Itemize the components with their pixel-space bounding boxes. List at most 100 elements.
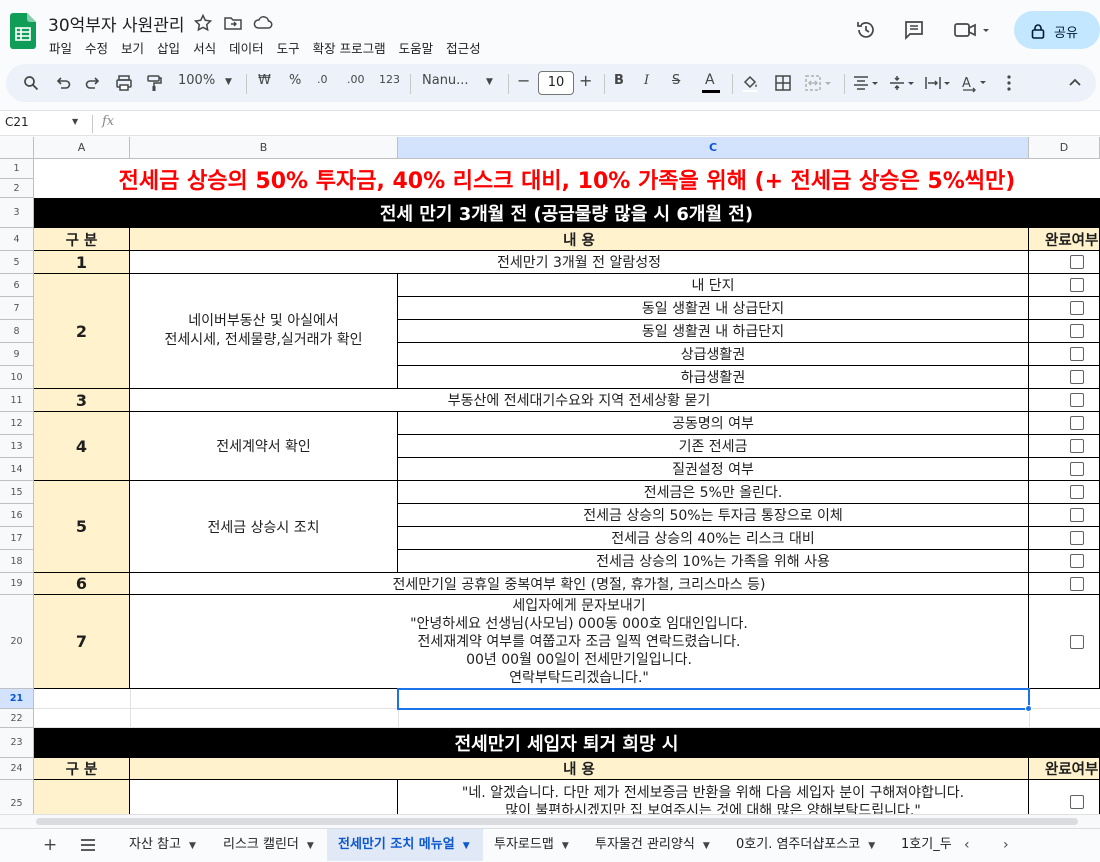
sheet-tab[interactable]: 0호기. 염주더샵포스코 ▼	[725, 829, 890, 861]
increase-decimal-button[interactable]: .00	[347, 73, 365, 86]
redo-icon[interactable]	[85, 75, 101, 91]
tab-dropdown-icon[interactable]: ▼	[189, 841, 196, 851]
zoom-select[interactable]: 100%	[178, 73, 215, 88]
item-label[interactable]: 전세계약서 확인	[130, 412, 398, 481]
row-header[interactable]: 5	[0, 251, 34, 274]
row-header[interactable]: 10	[0, 366, 34, 389]
done-checkbox[interactable]	[1070, 508, 1084, 522]
row-header[interactable]: 8	[0, 320, 34, 343]
sub-item[interactable]: 기존 전세금	[398, 435, 1029, 458]
row-header[interactable]: 24	[0, 758, 34, 780]
star-icon[interactable]	[193, 13, 213, 33]
select-all-corner[interactable]	[0, 137, 34, 159]
share-button[interactable]: 공유	[1014, 11, 1100, 49]
menu-help[interactable]: 도움말	[399, 41, 434, 56]
scrollbar-thumb[interactable]	[36, 818, 1078, 825]
fill-handle[interactable]	[1025, 705, 1032, 712]
menu-extensions[interactable]: 확장 프로그램	[313, 41, 386, 56]
row-header[interactable]: 11	[0, 389, 34, 412]
item-label[interactable]: 전세금 상승시 조치	[130, 481, 398, 573]
bold-button[interactable]: B	[614, 73, 624, 88]
header-content[interactable]: 내 용	[130, 758, 1029, 780]
item-number[interactable]: 1	[34, 251, 130, 274]
sub-item[interactable]: 전세금 상승의 50%는 투자금 통장으로 이체	[398, 504, 1029, 527]
item-label[interactable]: 네이버부동산 및 아실에서 전세시세, 전세물량,실거래가 확인	[130, 274, 398, 389]
increase-font-size-button[interactable]: +	[579, 71, 592, 90]
done-checkbox[interactable]	[1070, 301, 1084, 315]
row-header[interactable]: 20	[0, 595, 34, 689]
more-formats-button[interactable]: 123	[379, 73, 400, 86]
meet-video-icon[interactable]	[953, 19, 993, 41]
done-checkbox[interactable]	[1070, 393, 1084, 407]
header-content[interactable]: 내 용	[130, 228, 1029, 251]
row-header[interactable]: 13	[0, 435, 34, 458]
row-header[interactable]: 16	[0, 504, 34, 527]
font-family-select[interactable]: Nanu...	[422, 73, 469, 88]
sub-item[interactable]: 전세금 상승의 10%는 가족을 위해 사용	[398, 550, 1029, 573]
menu-file[interactable]: 파일	[49, 41, 72, 56]
item-number[interactable]: 4	[34, 412, 130, 481]
strikethrough-button[interactable]: S	[672, 73, 680, 88]
horizontal-align-icon[interactable]	[852, 74, 882, 92]
item-text[interactable]: 부동산에 전세대기수요와 지역 전세상황 묻기	[130, 389, 1029, 412]
sheet-tab[interactable]: 투자로드맵 ▼	[483, 829, 583, 861]
item-text[interactable]: 전세만기일 공휴일 중복여부 확인 (명절, 휴가철, 크리스마스 등)	[130, 573, 1029, 595]
sub-item[interactable]: 동일 생활권 내 상급단지	[398, 297, 1029, 320]
row-header[interactable]: 7	[0, 297, 34, 320]
section-title[interactable]: 전세만기 세입자 퇴거 희망 시	[34, 728, 1100, 758]
column-header-a[interactable]: A	[34, 137, 130, 159]
name-box[interactable]: C21	[5, 115, 29, 129]
item-number[interactable]: 6	[34, 573, 130, 595]
zoom-dropdown-icon[interactable]: ▼	[225, 77, 232, 87]
menu-tools[interactable]: 도구	[277, 41, 300, 56]
move-folder-icon[interactable]	[223, 13, 243, 33]
percent-format-button[interactable]: %	[289, 73, 301, 88]
search-menus-icon[interactable]	[23, 75, 39, 91]
vertical-align-icon[interactable]	[888, 74, 918, 92]
sub-item[interactable]: 질권설정 여부	[398, 458, 1029, 481]
section-title[interactable]: 전세 만기 3개월 전 (공급물량 많을 시 6개월 전)	[34, 198, 1100, 228]
sub-item[interactable]: 전세금 상승의 40%는 리스크 대비	[398, 527, 1029, 550]
formula-input[interactable]	[128, 112, 1088, 134]
horizontal-scrollbar[interactable]	[0, 814, 1100, 828]
column-header-b[interactable]: B	[130, 137, 398, 159]
tab-dropdown-icon[interactable]: ▼	[868, 841, 875, 851]
sheet-tab-active[interactable]: 전세만기 조치 메뉴얼 ▼	[327, 829, 483, 861]
text-wrapping-icon[interactable]	[924, 74, 954, 92]
empty-row[interactable]	[34, 709, 1100, 728]
menu-data[interactable]: 데이터	[229, 41, 264, 56]
sheet-tab[interactable]: 리스크 캘린더 ▼	[212, 829, 326, 861]
italic-button[interactable]: I	[644, 73, 649, 88]
done-checkbox[interactable]	[1070, 554, 1084, 568]
done-checkbox[interactable]	[1070, 577, 1084, 591]
currency-format-button[interactable]: ₩	[258, 73, 271, 88]
row-header[interactable]: 4	[0, 228, 34, 251]
undo-icon[interactable]	[55, 75, 71, 91]
done-checkbox[interactable]	[1070, 795, 1084, 809]
print-icon[interactable]	[115, 74, 133, 92]
selected-cell[interactable]	[397, 688, 1030, 710]
sub-item[interactable]: 내 단지	[398, 274, 1029, 297]
font-size-input[interactable]: 10	[538, 71, 574, 95]
text-color-button[interactable]: A	[700, 70, 722, 96]
collapse-toolbar-icon[interactable]	[1068, 76, 1082, 90]
tab-dropdown-icon[interactable]: ▼	[703, 841, 710, 851]
header-done[interactable]: 완료여부	[1029, 228, 1100, 251]
item-text[interactable]: 세입자에게 문자보내기 "안녕하세요 선생님(사모님) 000동 000호 임대…	[130, 595, 1029, 689]
sheet-tab[interactable]: 투자물건 관리양식 ▼	[584, 829, 724, 861]
version-history-icon[interactable]	[855, 19, 877, 41]
sheets-logo-icon[interactable]	[10, 13, 36, 49]
done-checkbox[interactable]	[1070, 485, 1084, 499]
row-header[interactable]: 12	[0, 412, 34, 435]
row-header[interactable]: 2	[0, 179, 34, 198]
decrease-decimal-button[interactable]: .0	[317, 73, 328, 86]
row-header[interactable]: 21	[0, 689, 34, 709]
done-checkbox[interactable]	[1070, 324, 1084, 338]
done-checkbox[interactable]	[1070, 439, 1084, 453]
row-header[interactable]: 23	[0, 728, 34, 758]
done-checkbox[interactable]	[1070, 531, 1084, 545]
sheet-tab[interactable]: 1호기_두	[890, 829, 952, 861]
item-number[interactable]: 3	[34, 389, 130, 412]
tab-dropdown-icon[interactable]: ▼	[562, 841, 569, 851]
row-header[interactable]: 15	[0, 481, 34, 504]
